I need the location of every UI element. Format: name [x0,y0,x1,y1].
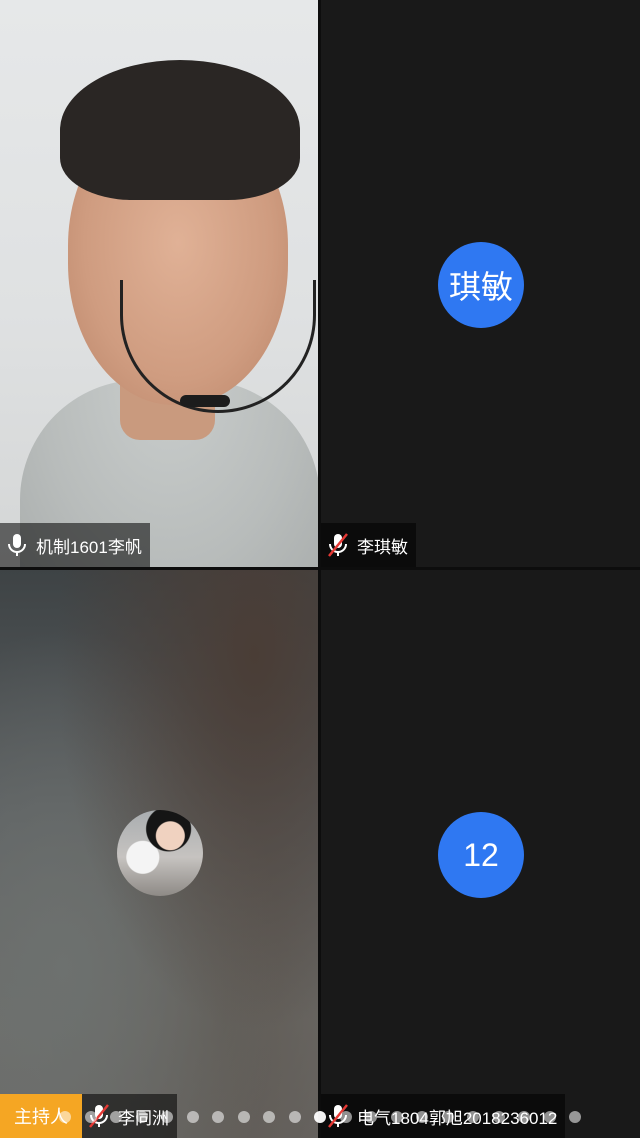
feed-headset-mic [180,395,230,407]
video-grid: 机制1601李帆 琪敏 李琪敏 主持人 李同洲 [0,0,640,1138]
page-dot[interactable] [59,1111,71,1123]
microphone-muted-icon [328,533,348,557]
page-dot[interactable] [365,1111,377,1123]
participant-tile-avatar[interactable]: 琪敏 李琪敏 [321,0,640,567]
initials-avatar: 12 [438,812,524,898]
participant-name-label: 机制1601李帆 [0,523,150,567]
page-dot[interactable] [467,1111,479,1123]
participant-name: 机制1601李帆 [36,537,142,557]
camera-feed [0,0,318,567]
page-dot[interactable] [161,1111,173,1123]
page-dot[interactable] [416,1111,428,1123]
page-dot[interactable] [186,1111,199,1123]
page-dot[interactable] [339,1111,352,1123]
feed-hair [60,60,300,200]
page-dot[interactable] [569,1111,581,1123]
participant-tile-avatar[interactable]: 12 电气1804郭旭2018236012 [321,570,640,1138]
page-dot[interactable] [314,1111,326,1123]
page-dot[interactable] [84,1111,97,1123]
participant-name: 李琪敏 [357,537,408,557]
page-dot[interactable] [110,1111,122,1123]
page-dot[interactable] [237,1111,250,1123]
page-dot[interactable] [212,1111,224,1123]
page-dot[interactable] [518,1111,530,1123]
participant-name-label: 李琪敏 [321,523,416,567]
page-dot[interactable] [288,1111,301,1123]
page-indicator[interactable] [0,1107,640,1127]
microphone-icon [8,534,26,556]
initials-avatar: 琪敏 [438,242,524,328]
profile-photo-avatar [117,810,203,896]
page-dot[interactable] [543,1111,556,1123]
page-dot[interactable] [263,1111,275,1123]
participant-tile-video[interactable]: 机制1601李帆 [0,0,318,567]
page-dot[interactable] [441,1111,454,1123]
page-dot[interactable] [135,1111,148,1123]
page-dot[interactable] [492,1111,505,1123]
participant-tile-photo[interactable]: 主持人 李同洲 [0,570,318,1138]
page-dot[interactable] [390,1111,403,1123]
